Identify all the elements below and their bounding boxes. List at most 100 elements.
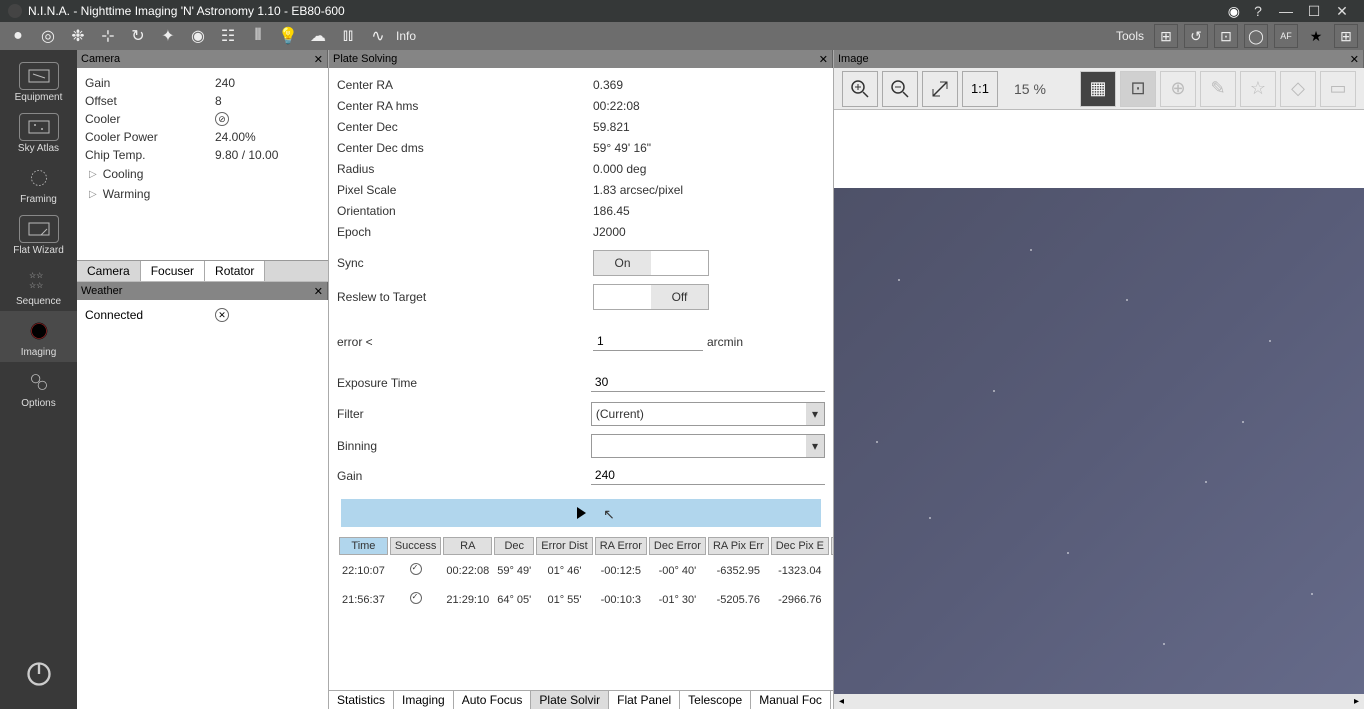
warming-expander[interactable]: ▷Warming	[85, 184, 320, 204]
camera-tabs: Camera Focuser Rotator	[77, 260, 328, 282]
zoom-in-button[interactable]	[842, 71, 878, 107]
fit-button[interactable]	[922, 71, 958, 107]
tool-aperture-icon[interactable]: ◎	[36, 24, 60, 48]
orientation-label: Orientation	[337, 204, 593, 218]
cursor-icon: ↖	[603, 506, 615, 523]
table-row[interactable]: 22:10:07 00:22:08 59° 49' 01° 46' -00:12…	[339, 557, 833, 584]
exposure-input[interactable]	[591, 373, 825, 392]
sync-toggle[interactable]: On	[593, 250, 709, 276]
tab-rotator[interactable]: Rotator	[205, 261, 265, 281]
eye-icon[interactable]: ◉	[1228, 3, 1240, 20]
help-icon[interactable]: ?	[1244, 3, 1272, 19]
warming-label: Warming	[103, 187, 151, 201]
tool-grid-icon[interactable]: ⊞	[1154, 24, 1178, 48]
grid-icon[interactable]: ▦	[1080, 71, 1116, 107]
nav-flat-wizard[interactable]: Flat Wizard	[0, 209, 77, 260]
nav-framing[interactable]: Framing	[0, 158, 77, 209]
nav-equipment[interactable]: Equipment	[0, 56, 77, 107]
th-raerror[interactable]: RA Error	[595, 537, 647, 555]
th-orient[interactable]: Orientatio	[831, 537, 833, 555]
btab-statistics[interactable]: Statistics	[329, 691, 394, 709]
connected-icon: ✕	[215, 308, 229, 322]
center-ra-value: 0.369	[593, 78, 623, 92]
th-errordist[interactable]: Error Dist	[536, 537, 592, 555]
measure-icon[interactable]: ◇	[1280, 71, 1316, 107]
star-mark-icon[interactable]: ☆	[1240, 71, 1276, 107]
cooling-expander[interactable]: ▷Cooling	[85, 164, 320, 184]
tool-calc-icon[interactable]: ⊞	[1334, 24, 1358, 48]
tool-history-icon[interactable]: ↺	[1184, 24, 1208, 48]
tool-rotate-icon[interactable]: ↻	[126, 24, 150, 48]
power-button[interactable]	[25, 660, 53, 691]
image-canvas[interactable]: ◂ ▸	[834, 110, 1364, 709]
tool-star-icon[interactable]: ★	[1304, 24, 1328, 48]
box-icon[interactable]: ▭	[1320, 71, 1356, 107]
one-to-one-button[interactable]: 1:1	[962, 71, 998, 107]
th-ra[interactable]: RA	[443, 537, 492, 555]
btab-platesolving[interactable]: Plate Solvir	[531, 691, 609, 709]
btab-autofocus[interactable]: Auto Focus	[454, 691, 532, 709]
tab-camera[interactable]: Camera	[77, 261, 141, 281]
center-ra-hms-value: 00:22:08	[593, 99, 640, 113]
tool-filter-icon[interactable]: ❉	[66, 24, 90, 48]
th-decerror[interactable]: Dec Error	[649, 537, 706, 555]
weather-panel-header: Weather ✕	[77, 282, 328, 300]
minimize-button[interactable]: —	[1272, 3, 1300, 19]
close-icon[interactable]: ✕	[819, 53, 828, 66]
tool-equalizer-icon[interactable]: ⦀	[246, 24, 270, 48]
reslew-toggle[interactable]: Off	[593, 284, 709, 310]
info-label[interactable]: Info	[396, 24, 416, 48]
tool-target-icon[interactable]: ⊹	[96, 24, 120, 48]
th-time[interactable]: Time	[339, 537, 388, 555]
maximize-button[interactable]: ☐	[1300, 3, 1328, 20]
close-icon[interactable]: ✕	[314, 53, 323, 66]
th-dec[interactable]: Dec	[494, 537, 534, 555]
th-rapix[interactable]: RA Pix Err	[708, 537, 769, 555]
nav-sky-atlas[interactable]: Sky Atlas	[0, 107, 77, 158]
target-display-icon[interactable]: ⊡	[1120, 71, 1156, 107]
solve-button[interactable]: ↖	[341, 499, 821, 527]
scroll-right-icon[interactable]: ▸	[1349, 696, 1364, 707]
btab-telescope[interactable]: Telescope	[680, 691, 751, 709]
tool-circle2-icon[interactable]: ◯	[1244, 24, 1268, 48]
close-icon[interactable]: ✕	[314, 285, 323, 298]
scroll-left-icon[interactable]: ◂	[834, 696, 849, 707]
close-icon[interactable]: ✕	[1350, 53, 1359, 66]
left-sidebar: Equipment Sky Atlas Framing Flat Wizard …	[0, 50, 77, 709]
sync-on: On	[594, 251, 651, 275]
nav-sequence[interactable]: ☆☆☆☆Sequence	[0, 260, 77, 311]
tool-chart-icon[interactable]: ⫾⫾	[336, 24, 360, 48]
th-decpix[interactable]: Dec Pix E	[771, 537, 829, 555]
tool-circle-icon[interactable]: ●	[6, 24, 30, 48]
tool-telescope-icon[interactable]: ✦	[156, 24, 180, 48]
error-input[interactable]	[593, 332, 703, 351]
plate-gain-input[interactable]	[591, 466, 825, 485]
btab-imaging[interactable]: Imaging	[394, 691, 454, 709]
zoom-out-button[interactable]	[882, 71, 918, 107]
tool-levels-icon[interactable]: ☷	[216, 24, 240, 48]
tool-bulb-icon[interactable]: 💡	[276, 24, 300, 48]
nav-label: Sky Atlas	[18, 143, 59, 154]
filter-select[interactable]: (Current)▾	[591, 402, 825, 426]
tool-graph-icon[interactable]: ∿	[366, 24, 390, 48]
tool-record-icon[interactable]: ◉	[186, 24, 210, 48]
nav-imaging[interactable]: Imaging	[0, 311, 77, 362]
nav-options[interactable]: Options	[0, 362, 77, 413]
crosshair-icon[interactable]: ⊕	[1160, 71, 1196, 107]
filter-label: Filter	[337, 407, 591, 421]
wand-icon[interactable]: ✎	[1200, 71, 1236, 107]
tool-focus-icon[interactable]: ⊡	[1214, 24, 1238, 48]
play-icon	[577, 507, 586, 519]
nav-label: Flat Wizard	[13, 245, 64, 256]
tool-cloud-icon[interactable]: ☁	[306, 24, 330, 48]
tab-focuser[interactable]: Focuser	[141, 261, 205, 281]
btab-flatpanel[interactable]: Flat Panel	[609, 691, 680, 709]
tool-af-icon[interactable]: AF	[1274, 24, 1298, 48]
horizontal-scrollbar[interactable]: ◂ ▸	[834, 694, 1364, 709]
close-button[interactable]: ✕	[1328, 3, 1356, 20]
binning-select[interactable]: ▾	[591, 434, 825, 458]
center-ra-label: Center RA	[337, 78, 593, 92]
btab-manualfocus[interactable]: Manual Foc	[751, 691, 831, 709]
table-row[interactable]: 21:56:37 21:29:10 64° 05' 01° 55' -00:10…	[339, 586, 833, 613]
th-success[interactable]: Success	[390, 537, 442, 555]
